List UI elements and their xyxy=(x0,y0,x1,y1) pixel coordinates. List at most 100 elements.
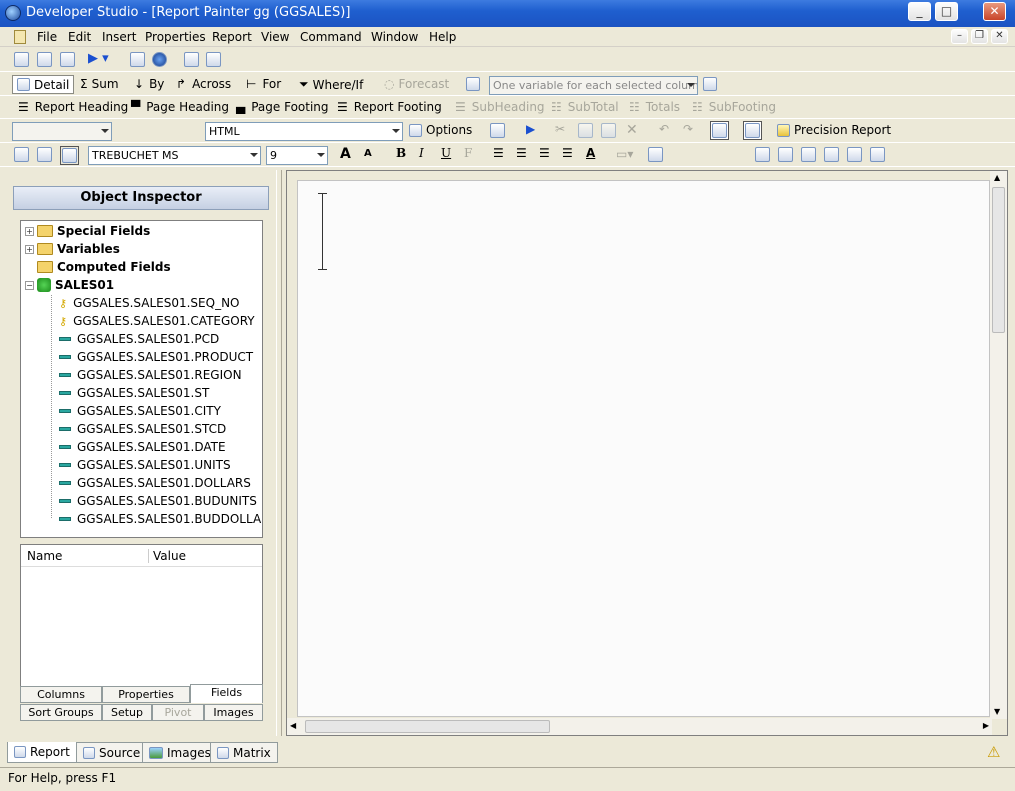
tab-pivot[interactable]: Pivot xyxy=(152,704,204,721)
tab-images[interactable]: Images xyxy=(142,742,218,763)
page-footing-button[interactable]: ▄ Page Footing xyxy=(236,100,329,114)
insert-object-icon[interactable]: ▭▾ xyxy=(616,147,633,161)
across-button[interactable]: ↱ Across xyxy=(176,77,231,91)
align-center-icon[interactable]: ☰ xyxy=(516,146,527,160)
report-tree-icon[interactable] xyxy=(130,52,145,67)
bold-button[interactable]: B xyxy=(396,146,406,160)
where-if-button[interactable]: ⏷ Where/If xyxy=(299,77,363,92)
tab-matrix[interactable]: Matrix xyxy=(210,742,278,763)
tree-field-pcd[interactable]: GGSALES.SALES01.PCD xyxy=(59,332,219,346)
subheading-button[interactable]: ☰ SubHeading xyxy=(455,100,545,114)
scroll-up-icon[interactable]: ▲ xyxy=(994,173,1000,182)
scroll-left-icon[interactable]: ◀ xyxy=(290,721,296,730)
scroll-down-icon[interactable]: ▼ xyxy=(994,707,1000,716)
for-button[interactable]: ⊢ For xyxy=(246,77,281,91)
tree-field-dollars[interactable]: GGSALES.SALES01.DOLLARS xyxy=(59,476,251,490)
report-page[interactable] xyxy=(297,180,990,717)
double-column-icon[interactable] xyxy=(37,147,52,162)
tree-field-st[interactable]: GGSALES.SALES01.ST xyxy=(59,386,209,400)
run-icon[interactable]: ▶ ▾ xyxy=(88,51,109,66)
by-button[interactable]: ↓ By xyxy=(134,77,164,91)
tree-field-units[interactable]: GGSALES.SALES01.UNITS xyxy=(59,458,231,472)
totals-button[interactable]: ☷ Totals xyxy=(629,100,680,114)
tree-field-seq-no[interactable]: ⚷ GGSALES.SALES01.SEQ_NO xyxy=(59,296,240,310)
justify-icon[interactable]: ☰ xyxy=(562,146,573,160)
font-size-combo[interactable]: 9 xyxy=(266,146,328,165)
forecast-button[interactable]: ◌ Forecast xyxy=(384,77,449,91)
scroll-right-icon[interactable]: ▶ xyxy=(983,721,989,730)
hierarchy-icon[interactable] xyxy=(801,147,816,162)
variable-icon[interactable] xyxy=(466,77,480,91)
document-icon[interactable] xyxy=(14,30,26,44)
tree-node-sales01[interactable]: − SALES01 xyxy=(25,278,114,292)
paste-icon[interactable] xyxy=(601,123,616,138)
style-combo[interactable] xyxy=(12,122,112,141)
tab-columns[interactable]: Columns xyxy=(20,686,102,703)
horizontal-scrollbar[interactable]: ◀ ▶ xyxy=(287,718,992,735)
horizontal-scroll-thumb[interactable] xyxy=(305,720,550,733)
tree-field-date[interactable]: GGSALES.SALES01.DATE xyxy=(59,440,226,454)
tab-source[interactable]: Source xyxy=(76,742,148,763)
shrink-font-button[interactable]: A xyxy=(364,148,372,159)
tree-node-computed-fields[interactable]: Computed Fields xyxy=(37,260,171,274)
grow-font-button[interactable]: A xyxy=(340,146,351,162)
text-color-button[interactable]: A xyxy=(586,146,595,160)
image-insert-icon[interactable] xyxy=(755,147,770,162)
tree-field-category[interactable]: ⚷ GGSALES.SALES01.CATEGORY xyxy=(59,314,255,328)
menu-command[interactable]: Command xyxy=(300,30,362,44)
vertical-scrollbar[interactable]: ▲ ▼ xyxy=(990,171,1007,719)
options-button[interactable]: Options xyxy=(409,123,472,137)
menu-window[interactable]: Window xyxy=(371,30,418,44)
menu-edit[interactable]: Edit xyxy=(68,30,91,44)
properties-icon[interactable] xyxy=(60,52,75,67)
report-footing-button[interactable]: ☰ Report Footing xyxy=(337,100,442,114)
align-left-icon[interactable]: ☰ xyxy=(493,146,504,160)
expand-icon[interactable]: + xyxy=(25,244,34,254)
cut-icon[interactable]: ✂ xyxy=(555,122,565,136)
panel-splitter[interactable] xyxy=(276,170,282,736)
tab-images[interactable]: Images xyxy=(204,704,263,721)
warning-icon[interactable]: ⚠ xyxy=(987,743,1000,761)
menu-report[interactable]: Report xyxy=(212,30,252,44)
styling-icon[interactable] xyxy=(648,147,663,162)
mdi-close-button[interactable]: ✕ xyxy=(991,29,1008,44)
menu-help[interactable]: Help xyxy=(429,30,456,44)
tab-fields[interactable]: Fields xyxy=(190,684,263,703)
single-column-icon[interactable] xyxy=(14,147,29,162)
save-icon[interactable] xyxy=(490,123,505,138)
report-heading-button[interactable]: ☰ Report Heading xyxy=(18,100,128,114)
tab-report[interactable]: Report xyxy=(7,742,77,763)
tab-sort-groups[interactable]: Sort Groups xyxy=(20,704,102,721)
tree-field-stcd[interactable]: GGSALES.SALES01.STCD xyxy=(59,422,226,436)
network-icon[interactable] xyxy=(847,147,862,162)
tree-field-city[interactable]: GGSALES.SALES01.CITY xyxy=(59,404,221,418)
tree-field-region[interactable]: GGSALES.SALES01.REGION xyxy=(59,368,242,382)
open-icon[interactable] xyxy=(37,52,52,67)
tree-node-variables[interactable]: + Variables xyxy=(25,242,120,256)
expand-icon[interactable]: + xyxy=(25,226,34,236)
precision-report-button[interactable]: Precision Report xyxy=(777,123,891,137)
vertical-scroll-thumb[interactable] xyxy=(992,187,1005,333)
tree-field-buddollars[interactable]: GGSALES.SALES01.BUDDOLLARS xyxy=(59,512,262,526)
minimize-button[interactable]: _ xyxy=(908,2,931,21)
table-layout-icon[interactable] xyxy=(62,148,77,163)
italic-button[interactable]: I xyxy=(419,146,424,160)
menu-file[interactable]: File xyxy=(37,30,57,44)
binoculars-icon[interactable] xyxy=(712,123,727,138)
variable-mode-combo[interactable]: One variable for each selected column xyxy=(489,76,698,95)
tab-properties[interactable]: Properties xyxy=(102,686,190,703)
menu-properties[interactable]: Properties xyxy=(145,30,206,44)
page-number-icon[interactable] xyxy=(870,147,885,162)
join-icon[interactable] xyxy=(824,147,839,162)
undo-icon[interactable]: ↶ xyxy=(659,122,669,136)
window-icon[interactable] xyxy=(184,52,199,67)
tree-field-budunits[interactable]: GGSALES.SALES01.BUDUNITS xyxy=(59,494,257,508)
underline-button[interactable]: U xyxy=(441,146,451,160)
menu-view[interactable]: View xyxy=(261,30,289,44)
align-right-icon[interactable]: ☰ xyxy=(539,146,550,160)
run-report-icon[interactable]: ▶ xyxy=(526,122,535,136)
layout-icon[interactable] xyxy=(745,123,760,138)
mdi-minimize-button[interactable]: – xyxy=(951,29,968,44)
clear-variable-icon[interactable] xyxy=(703,77,717,91)
detail-button[interactable]: Detail xyxy=(12,75,75,94)
